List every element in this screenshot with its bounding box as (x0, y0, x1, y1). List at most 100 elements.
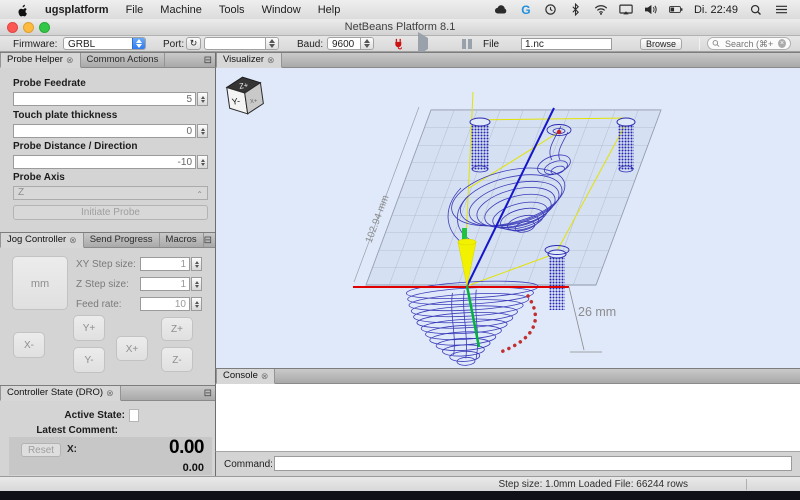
jog-y-minus-button[interactable]: Y- (73, 347, 105, 373)
connect-plug-icon[interactable] (393, 38, 405, 53)
z-step-label: Z Step size: (76, 279, 129, 290)
close-tab-icon[interactable]: ⊗ (261, 372, 269, 381)
xy-step-input[interactable] (140, 257, 190, 271)
orientation-cube[interactable]: Z+ Y- X+ (226, 75, 265, 116)
browse-button[interactable]: Browse (640, 38, 682, 50)
tab-send-progress[interactable]: Send Progress (84, 233, 160, 247)
close-tab-icon[interactable]: ⊗ (69, 236, 77, 245)
chevron-updown-icon (265, 38, 278, 49)
clear-search-icon[interactable]: × (778, 39, 786, 48)
stepper-updown-icon[interactable] (197, 92, 208, 106)
apple-menu-icon[interactable] (14, 3, 28, 17)
menu-window[interactable]: Window (262, 4, 301, 16)
menu-app-name[interactable]: ugsplatform (45, 4, 109, 16)
tab-visualizer[interactable]: Visualizer⊗ (216, 53, 282, 68)
status-bar: Step size: 1.0mm Loaded File: 66244 rows (0, 476, 800, 491)
visualizer-panel: Visualizer⊗ (215, 52, 800, 368)
jog-x-minus-button[interactable]: X- (13, 332, 45, 358)
touch-plate-input[interactable] (13, 124, 196, 138)
menu-clock[interactable]: Di. 22:49 (694, 4, 738, 16)
notification-center-icon[interactable] (774, 3, 788, 17)
port-select[interactable] (204, 37, 279, 50)
initiate-probe-button[interactable]: Initiate Probe (13, 205, 208, 220)
stepper-updown-icon[interactable] (191, 277, 202, 291)
tab-jog-controller[interactable]: Jog Controller⊗ (0, 233, 84, 248)
z-step-input[interactable] (140, 277, 190, 291)
grid-plane (366, 110, 661, 285)
time-machine-icon[interactable] (544, 3, 558, 17)
battery-icon[interactable] (669, 3, 683, 17)
menu-help[interactable]: Help (318, 4, 341, 16)
search-icon (712, 39, 720, 48)
close-tab-icon[interactable]: ⊗ (267, 56, 275, 65)
feed-rate-input[interactable] (140, 297, 190, 311)
tab-macros[interactable]: Macros (160, 233, 204, 247)
dimension-depth-label: 26 mm (578, 305, 616, 319)
port-label: Port: (163, 39, 184, 50)
probe-axis-select[interactable]: Z⌃ (13, 186, 208, 200)
close-tab-icon[interactable]: ⊗ (66, 56, 74, 65)
wifi-icon[interactable] (594, 3, 608, 17)
stepper-updown-icon[interactable] (191, 297, 202, 311)
jog-z-minus-button[interactable]: Z- (161, 347, 193, 372)
minimize-panel-icon[interactable]: ⊟ (204, 235, 212, 246)
tab-common-actions[interactable]: Common Actions (81, 53, 166, 67)
jog-z-plus-button[interactable]: Z+ (161, 317, 193, 341)
bluetooth-icon[interactable] (569, 3, 583, 17)
cube-front-label: Y- (231, 96, 240, 107)
jog-x-plus-button[interactable]: X+ (116, 336, 148, 361)
baud-select[interactable]: 9600 (327, 37, 374, 50)
desktop-background-strip (0, 491, 800, 500)
tab-console[interactable]: Console⊗ (216, 369, 275, 384)
search-field[interactable]: × (707, 37, 791, 50)
minimize-panel-icon[interactable]: ⊟ (204, 55, 212, 66)
active-state-label: Active State: (0, 410, 125, 421)
visualizer-canvas[interactable]: 102.94 mm (215, 68, 800, 368)
tab-probe-helper[interactable]: Probe Helper⊗ (0, 53, 81, 68)
search-input[interactable] (723, 38, 775, 50)
play-button[interactable] (418, 38, 428, 49)
macos-menu-bar: ugsplatform File Machine Tools Window He… (0, 0, 800, 19)
console-panel: Console⊗ Command: (215, 368, 800, 476)
minimize-panel-icon[interactable]: ⊟ (204, 388, 212, 399)
spotlight-icon[interactable] (749, 3, 763, 17)
probe-feedrate-input[interactable] (13, 92, 196, 106)
jog-y-plus-button[interactable]: Y+ (73, 315, 105, 341)
close-tab-icon[interactable]: ⊗ (106, 389, 114, 398)
file-label: File (483, 39, 499, 50)
dro-tab-row: Controller State (DRO)⊗ ⊟ (0, 385, 215, 401)
connection-toolbar: Firmware: GRBL Port: ↻ Baud: 9600 File (0, 36, 800, 52)
probe-helper-panel: Probe Helper⊗ Common Actions ⊟ Probe Fee… (0, 52, 215, 232)
status-text: Step size: 1.0mm Loaded File: 66244 rows (498, 479, 688, 490)
cloud-sync-icon[interactable] (494, 3, 508, 17)
menu-tools[interactable]: Tools (219, 4, 245, 16)
stepper-updown-icon[interactable] (197, 155, 208, 169)
logitech-g-icon[interactable]: G (519, 3, 533, 17)
console-output[interactable] (215, 384, 800, 452)
volume-icon[interactable] (644, 3, 658, 17)
airplay-display-icon[interactable] (619, 3, 633, 17)
tool-position-dot (557, 130, 561, 134)
unit-toggle-button[interactable]: mm (12, 256, 68, 310)
menu-file[interactable]: File (126, 4, 144, 16)
app-window: NetBeans Platform 8.1 Firmware: GRBL Por… (0, 19, 800, 491)
feed-rate-label: Feed rate: (76, 299, 122, 310)
jog-controller-panel: Jog Controller⊗ Send Progress Macros ⊟ m… (0, 232, 215, 385)
stepper-updown-icon[interactable] (191, 257, 202, 271)
xy-step-label: XY Step size: (76, 259, 136, 270)
x-axis-label: X: (67, 444, 77, 455)
menu-machine[interactable]: Machine (160, 4, 202, 16)
file-name-input[interactable] (521, 38, 612, 50)
stepper-updown-icon[interactable] (197, 124, 208, 138)
command-label: Command: (224, 459, 273, 470)
refresh-ports-button[interactable]: ↻ (186, 37, 201, 50)
reset-button[interactable]: Reset (21, 443, 61, 457)
command-input[interactable] (274, 456, 792, 471)
active-state-value (129, 409, 139, 422)
firmware-select[interactable]: GRBL (63, 37, 146, 50)
pause-button[interactable] (462, 38, 472, 49)
right-panel-column: Visualizer⊗ (215, 52, 800, 476)
tab-controller-state[interactable]: Controller State (DRO)⊗ (0, 386, 121, 401)
probe-distance-input[interactable] (13, 155, 196, 169)
baud-label: Baud: (297, 39, 323, 50)
